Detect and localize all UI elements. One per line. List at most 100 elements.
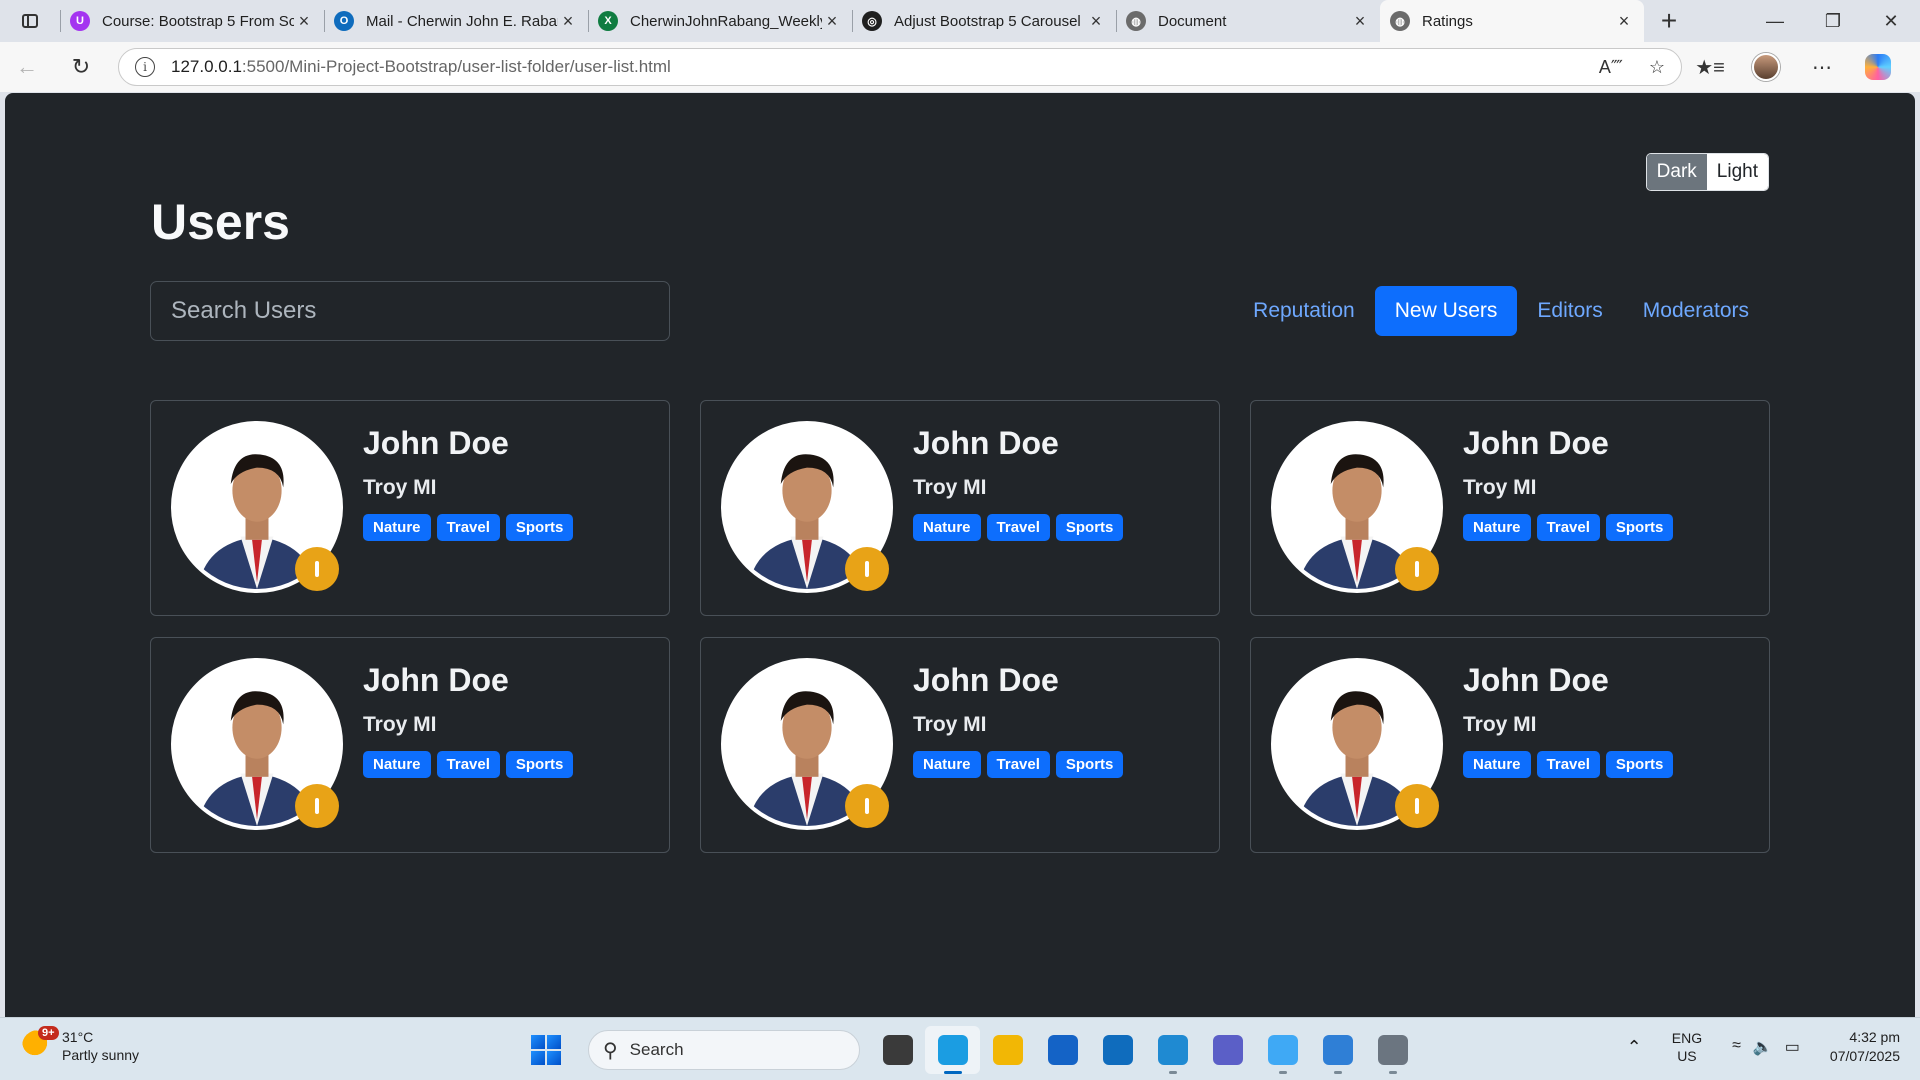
start-button[interactable] <box>524 1028 568 1072</box>
taskbar-app[interactable] <box>1365 1026 1420 1074</box>
tab-title: Document <box>1158 12 1227 30</box>
taskbar-app[interactable] <box>1090 1026 1145 1074</box>
tab-title: Course: Bootstrap 5 From Sc <box>102 12 294 30</box>
read-aloud-icon[interactable]: A⁗ <box>1599 57 1623 78</box>
taskbar-app[interactable] <box>1200 1026 1255 1074</box>
filter-tab[interactable]: Reputation <box>1233 286 1375 336</box>
running-indicator <box>1333 1071 1342 1074</box>
user-name[interactable]: John Doe <box>913 662 1123 699</box>
tab-close-icon[interactable]: × <box>1350 11 1370 32</box>
tag-badge[interactable]: Travel <box>436 751 500 778</box>
tag-badge[interactable]: Travel <box>986 514 1050 541</box>
user-name[interactable]: John Doe <box>363 425 573 462</box>
filter-tab[interactable]: Editors <box>1517 286 1622 336</box>
user-tags: Nature Travel Sports <box>913 751 1124 778</box>
tag-badge[interactable]: Sports <box>1055 514 1124 541</box>
tag-badge[interactable]: Travel <box>986 751 1050 778</box>
tag-badge[interactable]: Nature <box>363 751 431 778</box>
address-bar[interactable]: i 127.0.0.1:5500/Mini-Project-Bootstrap/… <box>118 48 1682 86</box>
clock-time: 4:32 pm <box>1849 1029 1900 1045</box>
filter-tab[interactable]: Moderators <box>1623 286 1769 336</box>
tag-badge[interactable]: Nature <box>363 514 431 541</box>
system-tray: ⌃ ENG US ≈ 🔈 ▭ 4:32 pm 07/07/2025 <box>1627 1028 1900 1066</box>
tab-close-icon[interactable]: × <box>1614 11 1634 32</box>
tag-badge[interactable]: Nature <box>913 751 981 778</box>
tab-close-icon[interactable]: × <box>294 11 314 32</box>
user-card[interactable]: John Doe Troy MI Nature Travel Sports <box>1250 637 1770 853</box>
weather-widget[interactable]: 9+ 31°C Partly sunny <box>22 1026 139 1064</box>
tag-badge[interactable]: Sports <box>505 751 574 778</box>
filter-tab[interactable]: New Users <box>1374 286 1518 336</box>
minimize-icon[interactable]: — <box>1746 0 1804 42</box>
taskbar-app[interactable] <box>980 1026 1035 1074</box>
tab-close-icon[interactable]: × <box>822 11 842 32</box>
tag-badge[interactable]: Nature <box>1463 514 1531 541</box>
theme-light-button[interactable]: Light <box>1706 154 1768 190</box>
outlook-icon: O <box>334 11 354 31</box>
taskbar-app[interactable] <box>1035 1026 1090 1074</box>
browser-tab[interactable]: O Mail - Cherwin John E. Rabang × <box>324 0 588 42</box>
taskbar-app[interactable] <box>870 1026 925 1074</box>
user-name[interactable]: John Doe <box>363 662 573 699</box>
outlook-task-icon <box>1102 1035 1133 1065</box>
copilot-button[interactable] <box>1850 54 1906 80</box>
browser-tab[interactable]: ◍ Ratings × <box>1380 0 1644 42</box>
user-card[interactable]: John Doe Troy MI Nature Travel Sports <box>700 400 1220 616</box>
tag-badge[interactable]: Nature <box>913 514 981 541</box>
site-info-icon[interactable]: i <box>135 57 155 77</box>
language-indicator[interactable]: ENG US <box>1672 1029 1702 1065</box>
user-name[interactable]: John Doe <box>1463 662 1673 699</box>
refresh-button[interactable]: ↻ <box>54 42 108 92</box>
new-tab-button[interactable]: + <box>1644 0 1694 42</box>
tag-badge[interactable]: Sports <box>1605 514 1674 541</box>
profile-button[interactable] <box>1738 53 1794 81</box>
language-line2: US <box>1677 1048 1697 1064</box>
quick-settings[interactable]: ≈ 🔈 ▭ <box>1732 1037 1800 1057</box>
theme-dark-button[interactable]: Dark <box>1646 154 1707 190</box>
tag-badge[interactable]: Travel <box>436 514 500 541</box>
clock[interactable]: 4:32 pm 07/07/2025 <box>1830 1028 1900 1066</box>
url-text[interactable]: 127.0.0.1:5500/Mini-Project-Bootstrap/us… <box>171 57 1573 77</box>
user-location: Troy MI <box>913 713 987 736</box>
restore-icon[interactable]: ❐ <box>1804 0 1862 42</box>
tag-badge[interactable]: Travel <box>1536 751 1600 778</box>
tag-badge[interactable]: Sports <box>505 514 574 541</box>
favorites-icon[interactable]: ★≡ <box>1682 55 1738 80</box>
tag-badge[interactable]: Sports <box>1605 751 1674 778</box>
tag-badge[interactable]: Sports <box>1055 751 1124 778</box>
user-card[interactable]: John Doe Troy MI Nature Travel Sports <box>150 637 670 853</box>
udemy-icon: U <box>70 11 90 31</box>
back-button[interactable]: ← <box>0 42 54 92</box>
user-name[interactable]: John Doe <box>913 425 1123 462</box>
user-card[interactable]: John Doe Troy MI Nature Travel Sports <box>700 637 1220 853</box>
browser-tab[interactable]: U Course: Bootstrap 5 From Sc × <box>60 0 324 42</box>
tab-close-icon[interactable]: × <box>558 11 578 32</box>
user-card[interactable]: John Doe Troy MI Nature Travel Sports <box>1250 400 1770 616</box>
tab-actions-button[interactable] <box>0 0 60 42</box>
taskbar-app[interactable] <box>1310 1026 1365 1074</box>
browser-tab[interactable]: ◍ Document × <box>1116 0 1380 42</box>
taskbar-app[interactable] <box>1255 1026 1310 1074</box>
user-card[interactable]: John Doe Troy MI Nature Travel Sports <box>150 400 670 616</box>
settings-task-icon <box>1377 1035 1408 1065</box>
user-avatar-wrap <box>171 421 343 593</box>
browser-tab[interactable]: X CherwinJohnRabang_Weekly × <box>588 0 852 42</box>
tab-close-icon[interactable]: × <box>1086 11 1106 32</box>
user-location: Troy MI <box>1463 713 1537 736</box>
close-window-icon[interactable]: ✕ <box>1862 0 1920 42</box>
taskbar-app[interactable] <box>1145 1026 1200 1074</box>
favorite-star-icon[interactable]: ☆ <box>1649 57 1665 78</box>
show-hidden-icons-icon[interactable]: ⌃ <box>1627 1037 1642 1058</box>
tag-badge[interactable]: Nature <box>1463 751 1531 778</box>
more-options-icon[interactable]: ⋯ <box>1794 55 1850 80</box>
browser-tab[interactable]: ◎ Adjust Bootstrap 5 Carousel × <box>852 0 1116 42</box>
profile-avatar <box>1752 53 1780 81</box>
taskbar-app[interactable] <box>925 1026 980 1074</box>
user-location: Troy MI <box>363 713 437 736</box>
user-name[interactable]: John Doe <box>1463 425 1673 462</box>
search-users-input[interactable]: Search Users <box>150 281 670 341</box>
tag-badge[interactable]: Travel <box>1536 514 1600 541</box>
user-info: John Doe Troy MI Nature Travel Sports <box>363 658 574 832</box>
taskbar-search[interactable]: ⚲ Search <box>588 1030 860 1070</box>
status-badge-icon <box>295 784 339 828</box>
